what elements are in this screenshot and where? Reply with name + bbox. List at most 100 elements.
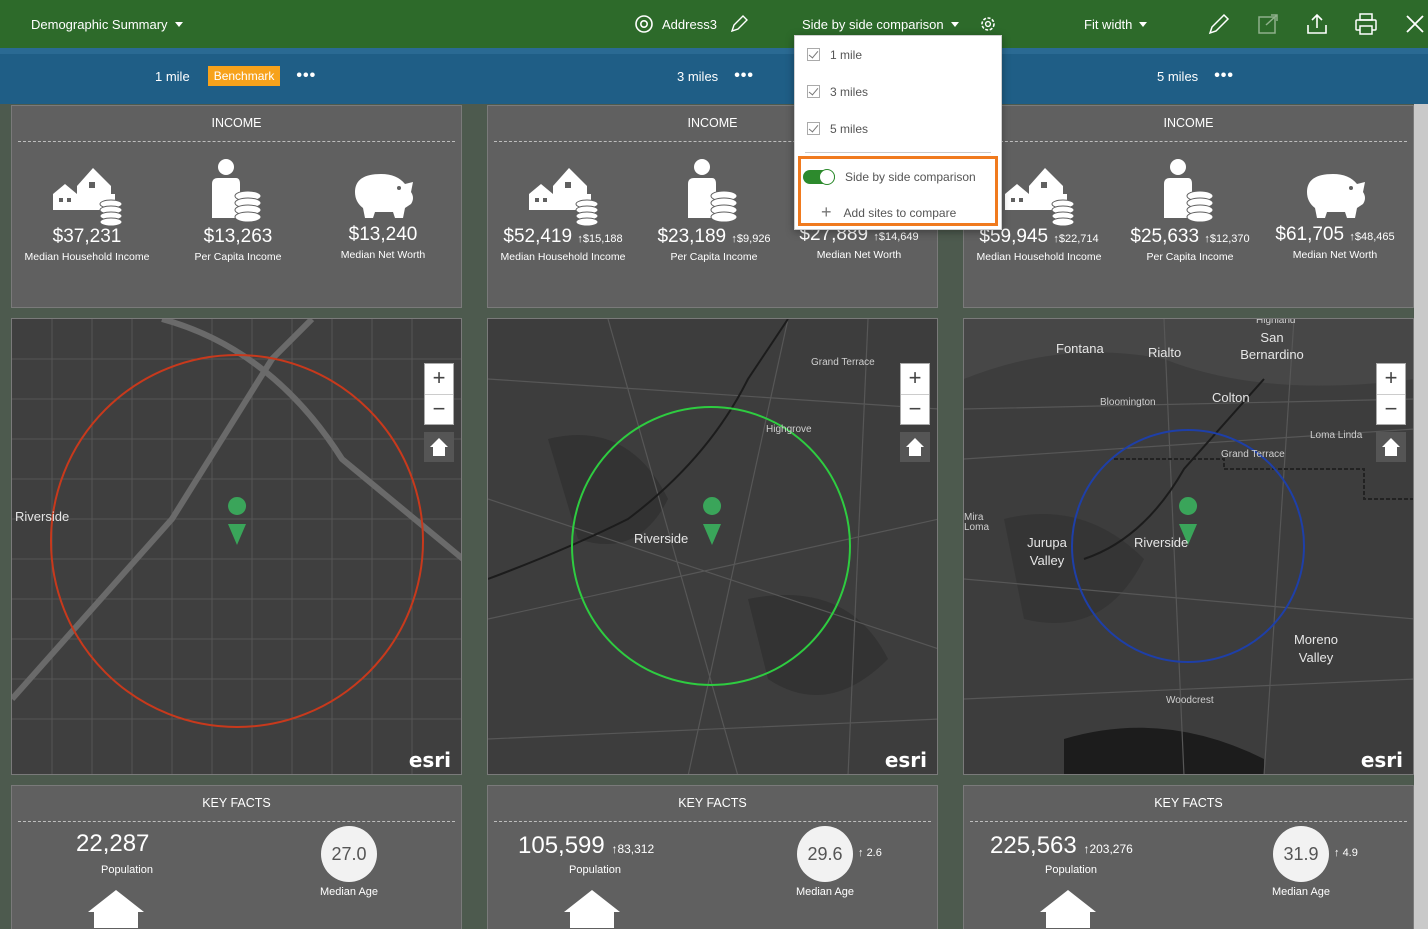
report-selector[interactable]: Demographic Summary bbox=[31, 0, 183, 48]
zoom-control: + − bbox=[424, 363, 454, 425]
panel-title: KEY FACTS bbox=[202, 796, 271, 810]
median-age-label: Median Age bbox=[1271, 886, 1331, 898]
fit-label: Fit width bbox=[1084, 16, 1133, 32]
home-extent-icon[interactable] bbox=[900, 432, 930, 462]
map-5-miles[interactable]: Highland Fontana Rialto San Bernardino B… bbox=[963, 318, 1414, 775]
stat-label: Per Capita Income bbox=[1146, 251, 1234, 263]
map-3-miles[interactable]: Grand Terrace Highgrove Riverside + − esr… bbox=[487, 318, 938, 775]
population-label: Population bbox=[1045, 864, 1097, 876]
more-options-icon[interactable]: ••• bbox=[296, 67, 316, 85]
piggy-bank-icon bbox=[355, 174, 413, 218]
person-coins-icon bbox=[212, 159, 262, 223]
population-value: 225,563 bbox=[990, 832, 1077, 859]
fit-width-dropdown[interactable]: Fit width bbox=[1084, 0, 1148, 48]
zoom-in-button[interactable]: + bbox=[425, 364, 453, 394]
stat-value: $52,419 bbox=[503, 226, 573, 247]
home-extent-icon[interactable] bbox=[1376, 432, 1406, 462]
population-label: Population bbox=[569, 864, 621, 876]
checkbox-checked-icon[interactable] bbox=[807, 48, 820, 61]
income-panel-3: INCOME $59,945 ↑$22,714 Median Household… bbox=[963, 105, 1414, 308]
home-buildings-icon bbox=[53, 168, 123, 226]
zoom-in-button[interactable]: + bbox=[901, 364, 929, 394]
key-facts-panel-1: KEY FACTS 22,287 Population 27.0 Median … bbox=[11, 785, 462, 929]
ring-option-3-miles[interactable]: 3 miles bbox=[795, 73, 1001, 110]
map-place-label: Riverside bbox=[634, 531, 689, 546]
stat-median-household-income: $52,419 ↑$15,188 Median Household Income bbox=[493, 164, 633, 263]
stat-median-household-income: $37,231 Median Household Income bbox=[17, 164, 157, 263]
gear-icon[interactable] bbox=[976, 12, 1000, 36]
home-extent-icon[interactable] bbox=[424, 432, 454, 462]
home-buildings-icon bbox=[529, 168, 599, 226]
panel-title: KEY FACTS bbox=[1154, 796, 1223, 810]
more-options-icon[interactable]: ••• bbox=[734, 67, 754, 85]
compare-dropdown-menu: 1 mile 3 miles 5 miles Side by side comp… bbox=[794, 35, 1002, 230]
map-place-label: Colton bbox=[1212, 390, 1250, 405]
share-icon[interactable] bbox=[1256, 12, 1280, 36]
checkbox-checked-icon[interactable] bbox=[807, 122, 820, 135]
map-place-label: Riverside bbox=[1134, 535, 1189, 550]
esri-logo: esri bbox=[1360, 748, 1403, 772]
column-header-1: 1 mile Benchmark ••• bbox=[155, 48, 316, 104]
stat-label: Per Capita Income bbox=[670, 251, 758, 263]
stat-label: Median Net Worth bbox=[816, 249, 902, 261]
column-header-3: 5 miles ••• bbox=[1157, 48, 1234, 104]
esri-logo: esri bbox=[408, 748, 451, 772]
zoom-out-button[interactable]: − bbox=[1377, 394, 1405, 424]
stat-label: Per Capita Income bbox=[194, 251, 282, 263]
map-place-label: Highland bbox=[1256, 318, 1296, 326]
close-icon[interactable] bbox=[1403, 12, 1427, 36]
map-place-label: Highgrove bbox=[766, 424, 812, 435]
stat-delta: $22,714 bbox=[1058, 233, 1099, 245]
stat-label: Median Net Worth bbox=[1292, 249, 1378, 261]
person-coins-icon bbox=[1164, 159, 1214, 223]
income-panel-1: INCOME $37,231 Median Household Income $… bbox=[11, 105, 462, 308]
zoom-out-button[interactable]: − bbox=[425, 394, 453, 424]
median-age-value: 31.9 bbox=[1273, 826, 1329, 882]
ring-label: 5 miles bbox=[1157, 68, 1199, 84]
median-age-label: Median Age bbox=[319, 886, 379, 898]
stat-per-capita-income: $13,263 Per Capita Income bbox=[168, 158, 308, 263]
pencil-icon[interactable] bbox=[1207, 12, 1231, 36]
stat-value: $23,189 bbox=[657, 226, 727, 247]
stat-value: $37,231 bbox=[52, 226, 122, 247]
median-age-delta-row: ↑ 4.9 bbox=[1334, 847, 1358, 859]
option-label: 5 miles bbox=[830, 121, 869, 136]
edit-site-pencil-icon[interactable] bbox=[727, 12, 751, 36]
stat-value: $25,633 bbox=[1130, 226, 1200, 247]
top-toolbar: Demographic Summary Address3 Side by sid… bbox=[0, 0, 1428, 48]
stat-value: $61,705 bbox=[1275, 224, 1345, 245]
print-icon[interactable] bbox=[1354, 12, 1378, 36]
checkbox-checked-icon[interactable] bbox=[807, 85, 820, 98]
population-value-row: 225,563 ↑203,276 bbox=[990, 832, 1133, 860]
map-place-label: Loma Linda bbox=[1310, 430, 1363, 441]
benchmark-badge[interactable]: Benchmark bbox=[207, 66, 281, 86]
map-place-label: Moreno Valley bbox=[1293, 632, 1339, 665]
map-place-label: Riverside bbox=[15, 509, 70, 524]
map-place-label: Grand Terrace bbox=[811, 357, 875, 368]
chevron-down-icon bbox=[950, 21, 959, 27]
population-value-row: 105,599 ↑83,312 bbox=[518, 832, 654, 860]
zoom-out-button[interactable]: − bbox=[901, 394, 929, 424]
home-buildings-icon bbox=[1005, 168, 1075, 226]
stat-value: $13,263 bbox=[203, 226, 273, 247]
zoom-in-button[interactable]: + bbox=[1377, 364, 1405, 394]
zoom-control: + − bbox=[900, 363, 930, 425]
population-delta: 203,276 bbox=[1089, 842, 1133, 856]
stat-delta: $15,188 bbox=[582, 233, 623, 245]
highlight-box bbox=[798, 156, 998, 226]
map-1-mile[interactable]: Riverside + − esri bbox=[11, 318, 462, 775]
stat-delta: $14,649 bbox=[878, 231, 919, 243]
panel-title: KEY FACTS bbox=[678, 796, 747, 810]
ring-option-1-mile[interactable]: 1 mile bbox=[795, 36, 1001, 73]
age-delta: 2.6 bbox=[866, 847, 882, 859]
ring-option-5-miles[interactable]: 5 miles bbox=[795, 110, 1001, 147]
stat-per-capita-income: $25,633 ↑$12,370 Per Capita Income bbox=[1120, 158, 1260, 263]
map-place-label: San Bernardino bbox=[1240, 330, 1304, 362]
stat-per-capita-income: $23,189 ↑$9,926 Per Capita Income bbox=[644, 158, 784, 263]
map-place-label: Rialto bbox=[1148, 345, 1182, 360]
map-place-label: Bloomington bbox=[1100, 397, 1156, 408]
export-icon[interactable] bbox=[1305, 12, 1329, 36]
more-options-icon[interactable]: ••• bbox=[1214, 67, 1234, 85]
stat-label: Median Household Income bbox=[976, 251, 1102, 263]
stat-median-net-worth: $13,240 Median Net Worth bbox=[313, 164, 453, 261]
